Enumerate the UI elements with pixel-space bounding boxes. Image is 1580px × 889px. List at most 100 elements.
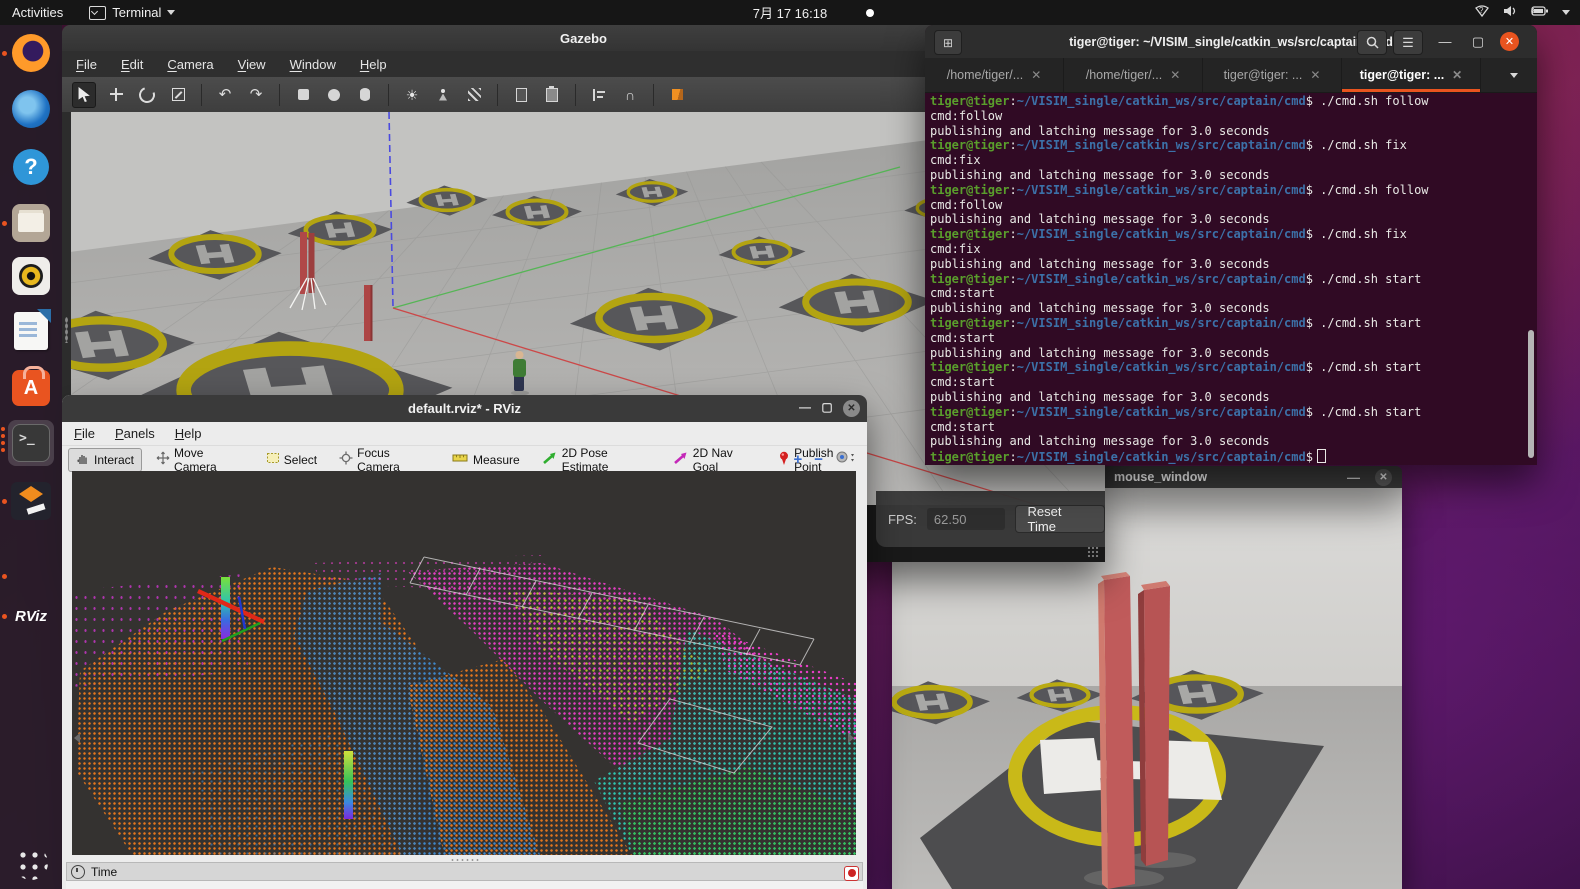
rviz-tool-focus[interactable]: Focus Camera bbox=[331, 448, 438, 472]
mouse-window-titlebar[interactable]: mouse_window — ✕ bbox=[1102, 466, 1402, 488]
time-panel-close-button[interactable] bbox=[844, 866, 859, 881]
volume-icon[interactable] bbox=[1502, 4, 1518, 21]
rviz-title: default.rviz* - RViz bbox=[408, 401, 521, 416]
dock-item-software[interactable]: A bbox=[8, 365, 54, 411]
gazebo-tool-copy-icon[interactable] bbox=[510, 83, 532, 107]
reset-time-button[interactable]: Reset Time bbox=[1015, 505, 1105, 533]
dock-item-apps[interactable] bbox=[8, 840, 54, 886]
terminal-output[interactable]: tiger@tiger:~/VISIM_single/catkin_ws/src… bbox=[925, 93, 1537, 465]
zoom-in-button[interactable]: + bbox=[793, 451, 802, 468]
network-icon[interactable]: ? bbox=[1474, 4, 1490, 21]
dock-item-gazebo[interactable] bbox=[8, 478, 54, 524]
close-icon[interactable]: ✕ bbox=[1375, 469, 1392, 486]
clock[interactable]: 7月 17 16:18 bbox=[0, 3, 1580, 22]
app-menu[interactable]: Terminal bbox=[89, 5, 175, 20]
terminal-tab-4[interactable]: tiger@tiger: ...✕ bbox=[1342, 58, 1481, 92]
time-panel-header[interactable]: Time bbox=[66, 862, 863, 881]
new-tab-button[interactable]: ⊞ bbox=[934, 30, 962, 55]
gazebo-menu-help[interactable]: Help bbox=[360, 57, 387, 72]
minimize-icon[interactable]: — bbox=[1433, 30, 1457, 53]
resize-grip[interactable] bbox=[1087, 546, 1099, 558]
gazebo-tool-magnet-icon[interactable]: ∩ bbox=[619, 83, 641, 107]
pose-icon bbox=[542, 451, 558, 468]
rviz-tool-movecam[interactable]: Move Camera bbox=[148, 448, 252, 472]
battery-icon[interactable] bbox=[1530, 4, 1550, 21]
minimize-icon[interactable]: — bbox=[1347, 470, 1360, 485]
gazebo-tool-sphere-icon[interactable] bbox=[323, 83, 345, 107]
activities-button[interactable]: Activities bbox=[12, 5, 63, 20]
rviz-titlebar[interactable]: default.rviz* - RViz — ▢ ✕ bbox=[62, 395, 867, 422]
tab-close-icon[interactable]: ✕ bbox=[1170, 68, 1180, 82]
tab-close-icon[interactable]: ✕ bbox=[1031, 68, 1041, 82]
panel-collapse-arrow-right[interactable] bbox=[848, 733, 854, 743]
dock-item-files[interactable] bbox=[8, 200, 54, 246]
rviz-toolbar: InteractMove CameraSelectFocus CameraMea… bbox=[62, 446, 867, 473]
gazebo-tool-move-icon[interactable] bbox=[105, 83, 127, 107]
dock-item-terminal-app[interactable]: >_ bbox=[8, 420, 54, 466]
rviz-tool-measure[interactable]: Measure bbox=[444, 448, 528, 472]
red-pillar-left bbox=[1098, 572, 1135, 889]
rviz-3d-viewport[interactable] bbox=[72, 471, 856, 855]
gazebo-menu-view[interactable]: View bbox=[238, 57, 266, 72]
dock-item-writer[interactable] bbox=[8, 308, 54, 354]
gazebo-tool-model-icon[interactable] bbox=[666, 83, 688, 107]
gazebo-tool-redo-icon[interactable]: ↷ bbox=[245, 83, 267, 107]
dock-item-rhythmbox[interactable] bbox=[8, 253, 54, 299]
dock-item-thunderbird[interactable] bbox=[8, 86, 54, 132]
terminal-line: cmd:start bbox=[930, 331, 1537, 346]
gazebo-tool-rays-icon[interactable] bbox=[463, 83, 485, 107]
rviz-tool-pose[interactable]: 2D Pose Estimate bbox=[534, 448, 659, 472]
zoom-out-button[interactable]: − bbox=[814, 451, 823, 468]
terminal-line: publishing and latching message for 3.0 … bbox=[930, 212, 1537, 227]
dock-item-help[interactable]: ? bbox=[8, 144, 54, 190]
gazebo-tool-box-icon[interactable] bbox=[292, 83, 314, 107]
terminal-line: publishing and latching message for 3.0 … bbox=[930, 301, 1537, 316]
gazebo-tool-select-icon[interactable] bbox=[72, 82, 96, 108]
tab-label: /home/tiger/... bbox=[1086, 68, 1162, 82]
gazebo-tool-undo-icon[interactable]: ↶ bbox=[214, 83, 236, 107]
views-button[interactable] bbox=[835, 450, 857, 469]
terminal-titlebar[interactable]: ⊞ tiger@tiger: ~/VISIM_single/catkin_ws/… bbox=[925, 25, 1537, 58]
writer-icon bbox=[14, 312, 48, 350]
terminal-scrollbar-thumb[interactable] bbox=[1528, 330, 1534, 458]
hamburger-menu-icon[interactable]: ☰ bbox=[1393, 30, 1423, 55]
gazebo-menu-camera[interactable]: Camera bbox=[167, 57, 213, 72]
firefox-icon bbox=[12, 34, 50, 72]
rviz-menu-file[interactable]: File bbox=[74, 426, 95, 441]
close-icon[interactable]: ✕ bbox=[843, 400, 860, 417]
gazebo-tool-paste-icon[interactable] bbox=[541, 83, 563, 107]
dock-item-rviz[interactable]: RViz bbox=[8, 593, 54, 639]
gazebo-tool-scale-icon[interactable] bbox=[167, 83, 189, 107]
rviz-menu-panels[interactable]: Panels bbox=[115, 426, 155, 441]
tab-list-dropdown[interactable] bbox=[1497, 58, 1531, 92]
maximize-icon[interactable]: ▢ bbox=[817, 400, 837, 414]
gazebo-tool-align-icon[interactable] bbox=[588, 83, 610, 107]
gazebo-tool-rotate-icon[interactable] bbox=[136, 83, 158, 107]
gazebo-tool-sun-icon[interactable]: ☀ bbox=[401, 83, 423, 107]
rviz-menu-help[interactable]: Help bbox=[175, 426, 202, 441]
tab-close-icon[interactable]: ✕ bbox=[1452, 68, 1462, 82]
gazebo-tool-cylinder-icon[interactable] bbox=[354, 83, 376, 107]
panel-collapse-arrow-left[interactable] bbox=[74, 733, 80, 743]
close-icon[interactable]: ✕ bbox=[1500, 32, 1519, 51]
rviz-tool-nav[interactable]: 2D Nav Goal bbox=[665, 448, 764, 472]
gazebo-menu-edit[interactable]: Edit bbox=[121, 57, 143, 72]
search-icon[interactable] bbox=[1357, 30, 1387, 55]
terminal-line: cmd:start bbox=[930, 286, 1537, 301]
terminal-tab-3[interactable]: tiger@tiger: ...✕ bbox=[1203, 58, 1342, 92]
terminal-tab-2[interactable]: /home/tiger/... ✕ bbox=[1064, 58, 1203, 92]
gazebo-menu-file[interactable]: File bbox=[76, 57, 97, 72]
rviz-tool-select[interactable]: Select bbox=[258, 448, 325, 472]
model-icon bbox=[672, 89, 683, 100]
tab-close-icon[interactable]: ✕ bbox=[1310, 68, 1320, 82]
maximize-icon[interactable]: ▢ bbox=[1466, 30, 1490, 53]
gazebo-menu-window[interactable]: Window bbox=[290, 57, 336, 72]
chevron-down-icon[interactable] bbox=[1562, 10, 1570, 15]
dock-item-firefox[interactable] bbox=[8, 30, 54, 76]
minimize-icon[interactable]: — bbox=[795, 400, 815, 414]
rviz-tool-interact[interactable]: Interact bbox=[68, 448, 142, 472]
magnet-icon: ∩ bbox=[625, 88, 635, 102]
toolbar-separator bbox=[653, 84, 654, 106]
gazebo-tool-spot-icon[interactable] bbox=[432, 83, 454, 107]
terminal-tab-1[interactable]: /home/tiger/...✕ bbox=[925, 58, 1064, 92]
